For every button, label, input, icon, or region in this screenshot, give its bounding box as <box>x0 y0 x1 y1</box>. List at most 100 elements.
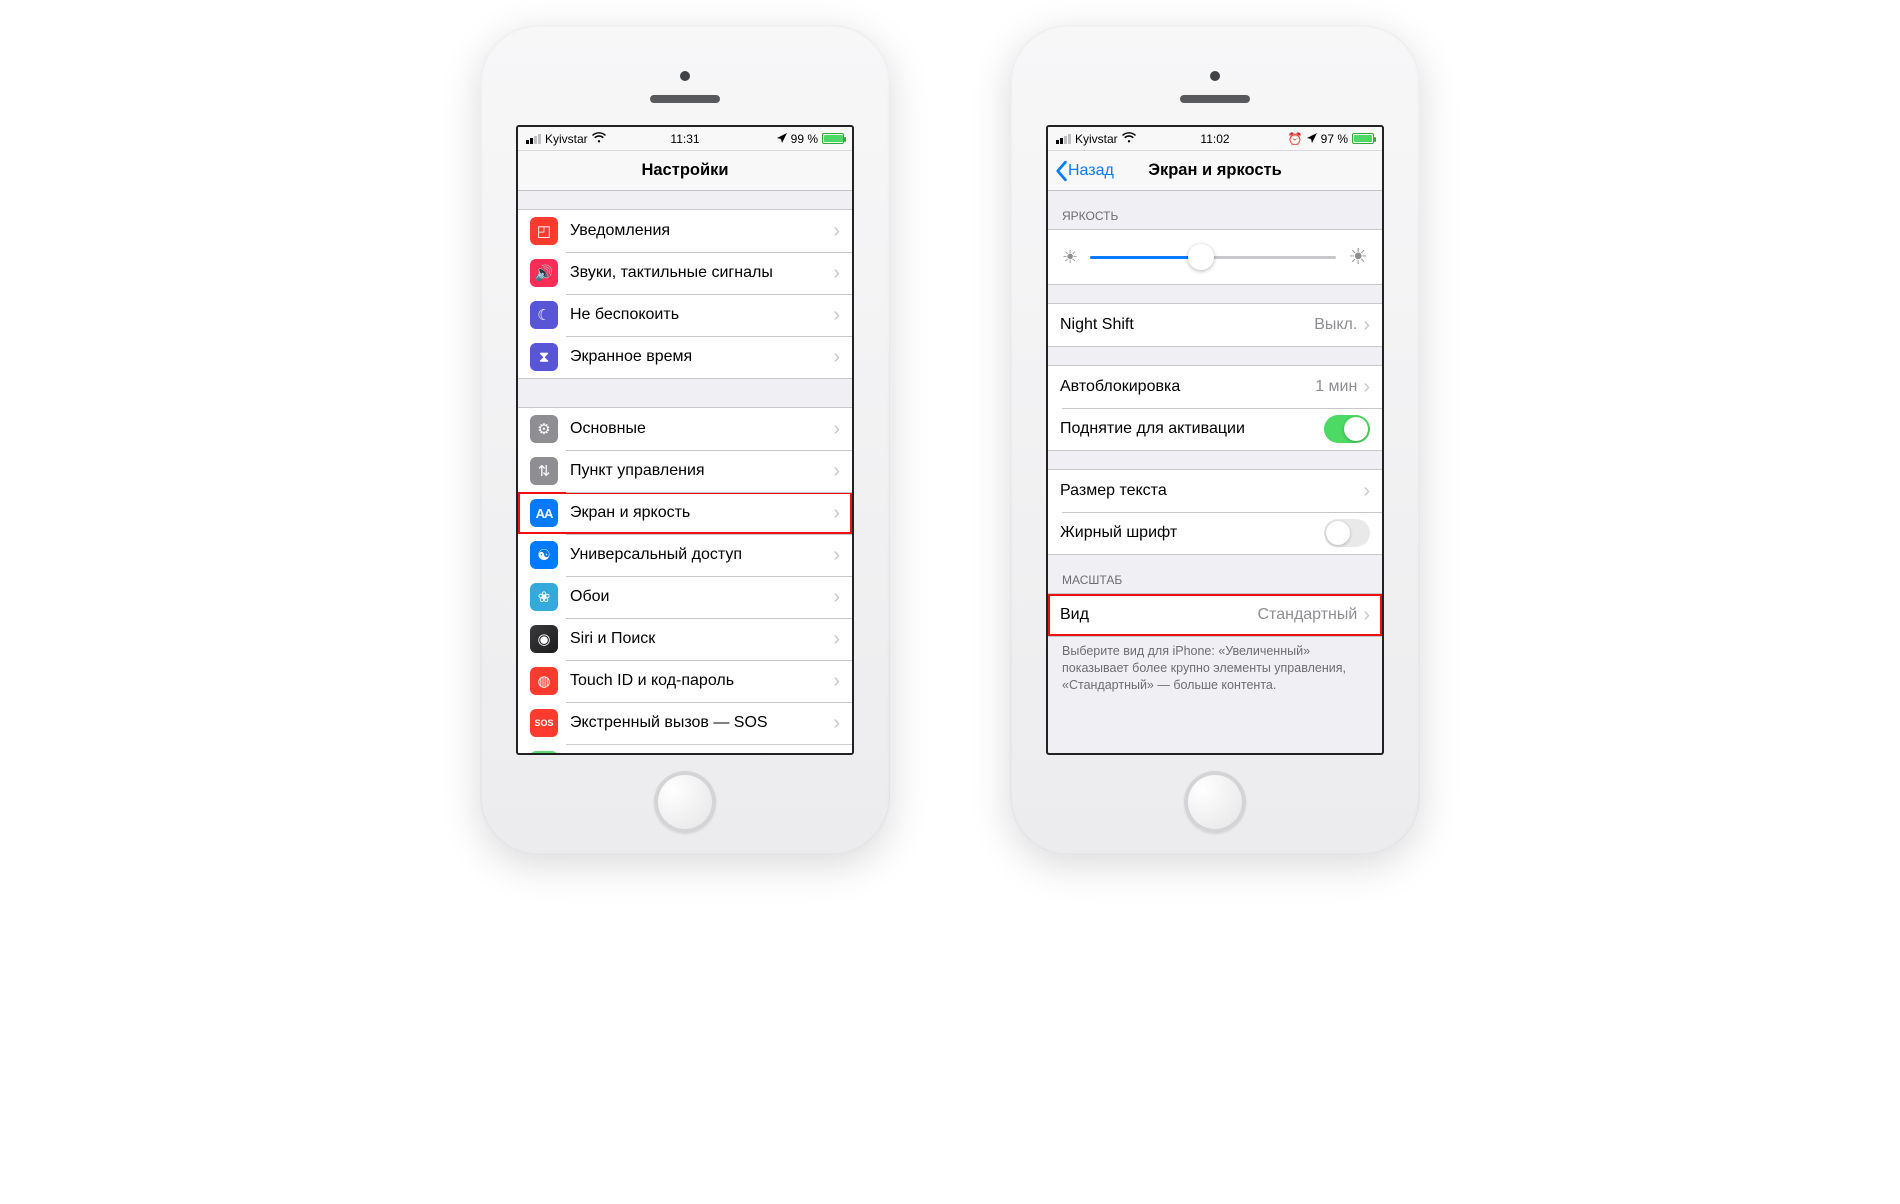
battery-icon <box>822 133 844 144</box>
iphone-left: Kyivstar 11:31 99 % Настройки ◰ Уведомлен… <box>480 25 890 855</box>
bold-label: Жирный шрифт <box>1060 524 1324 542</box>
chevron-right-icon: › <box>833 587 840 607</box>
cell-dnd[interactable]: ☾ Не беспокоить› <box>518 294 852 336</box>
cell-screentime[interactable]: ⧗ Экранное время› <box>518 336 852 378</box>
chevron-right-icon: › <box>833 263 840 283</box>
cell-night-shift[interactable]: Night Shift Выкл. › <box>1048 304 1382 346</box>
text-size-icon: AA <box>530 499 558 527</box>
square-in-square-icon: ◰ <box>530 217 558 245</box>
cell-battery[interactable]: ▮Аккумулятор› <box>518 744 852 753</box>
home-button[interactable] <box>654 771 716 833</box>
cell-control-center[interactable]: ⇅ Пункт управления› <box>518 450 852 492</box>
cell-sounds[interactable]: 🔊 Звуки, тактильные сигналы› <box>518 252 852 294</box>
screen-display-brightness: Kyivstar 11:02 ⏰ 97 % Назад Экран и ярко… <box>1046 125 1384 755</box>
gear-icon: ⚙ <box>530 415 558 443</box>
cell-label: Не беспокоить <box>570 306 833 324</box>
sun-high-icon: ☀︎ <box>1348 244 1368 270</box>
sos-icon: SOS <box>530 709 558 737</box>
cell-accessibility[interactable]: ☯Универсальный доступ› <box>518 534 852 576</box>
cell-general[interactable]: ⚙ Основные› <box>518 408 852 450</box>
sun-low-icon: ☀︎ <box>1062 247 1078 268</box>
status-bar: Kyivstar 11:31 99 % <box>518 127 852 151</box>
speaker-icon: 🔊 <box>530 259 558 287</box>
navbar: Назад Экран и яркость <box>1048 151 1382 191</box>
chevron-right-icon: › <box>1363 377 1370 397</box>
toggles-icon: ⇅ <box>530 457 558 485</box>
camera-dot <box>680 71 690 81</box>
cell-label: Touch ID и код-пароль <box>570 672 833 690</box>
autolock-label: Автоблокировка <box>1060 378 1315 396</box>
camera-dot <box>1210 71 1220 81</box>
cell-label: Экстренный вызов — SOS <box>570 714 833 732</box>
chevron-right-icon: › <box>833 347 840 367</box>
cell-notifications[interactable]: ◰ Уведомления› <box>518 210 852 252</box>
cell-touchid[interactable]: ◍ Touch ID и код-пароль› <box>518 660 852 702</box>
cell-bold-text: Жирный шрифт <box>1048 512 1382 554</box>
signal-icon <box>1056 134 1071 144</box>
wifi-icon <box>592 131 606 146</box>
chevron-right-icon: › <box>833 503 840 523</box>
page-title: Экран и яркость <box>1148 161 1282 180</box>
chevron-right-icon: › <box>833 671 840 691</box>
bold-switch[interactable] <box>1324 519 1370 547</box>
zoom-footer: Выберите вид для iPhone: «Увеличенный» п… <box>1048 637 1382 708</box>
cell-label: Экран и яркость <box>570 504 833 522</box>
cell-display[interactable]: AA Экран и яркость› <box>518 492 852 534</box>
status-bar: Kyivstar 11:02 ⏰ 97 % <box>1048 127 1382 151</box>
cell-label: Универсальный доступ <box>570 546 833 564</box>
page-title: Настройки <box>641 161 728 180</box>
accessibility-icon: ☯ <box>530 541 558 569</box>
settings-list[interactable]: ◰Уведомления›🔊Звуки, тактильные сигналы›… <box>518 191 852 753</box>
flower-icon: ❀ <box>530 583 558 611</box>
navbar: Настройки <box>518 151 852 191</box>
cell-label: Siri и Поиск <box>570 630 833 648</box>
screen-settings: Kyivstar 11:31 99 % Настройки ◰ Уведомлен… <box>516 125 854 755</box>
home-button[interactable] <box>1184 771 1246 833</box>
cell-label: Звуки, тактильные сигналы <box>570 264 833 282</box>
cell-wallpaper[interactable]: ❀ Обои› <box>518 576 852 618</box>
cell-text-size[interactable]: Размер текста › <box>1048 470 1382 512</box>
chevron-right-icon: › <box>833 713 840 733</box>
brightness-slider[interactable] <box>1090 256 1336 259</box>
cell-autolock[interactable]: Автоблокировка 1 мин › <box>1048 366 1382 408</box>
battery-pct: 97 % <box>1321 132 1348 146</box>
night-shift-label: Night Shift <box>1060 316 1314 334</box>
cell-sos[interactable]: SOS Экстренный вызов — SOS› <box>518 702 852 744</box>
fingerprint-icon: ◍ <box>530 667 558 695</box>
zoom-value: Стандартный <box>1258 606 1358 624</box>
moon-icon: ☾ <box>530 301 558 329</box>
back-label: Назад <box>1068 162 1114 180</box>
alarm-icon: ⏰ <box>1288 132 1303 146</box>
cell-label: Обои <box>570 588 833 606</box>
chevron-right-icon: › <box>833 305 840 325</box>
cell-display-zoom[interactable]: Вид Стандартный › <box>1048 593 1382 637</box>
zoom-label: Вид <box>1060 606 1258 624</box>
cell-label: Пункт управления <box>570 462 833 480</box>
chevron-right-icon: › <box>1363 315 1370 335</box>
brightness-slider-row: ☀︎ ☀︎ <box>1048 230 1382 284</box>
battery-pct: 99 % <box>791 132 818 146</box>
chevron-right-icon: › <box>1363 481 1370 501</box>
location-icon <box>777 132 787 146</box>
wifi-icon <box>1122 131 1136 146</box>
cell-raise-to-wake: Поднятие для активации <box>1048 408 1382 450</box>
chevron-right-icon: › <box>833 221 840 241</box>
cell-label: Экранное время <box>570 348 833 366</box>
chevron-right-icon: › <box>833 419 840 439</box>
chevron-right-icon: › <box>833 461 840 481</box>
raise-switch[interactable] <box>1324 415 1370 443</box>
hourglass-icon: ⧗ <box>530 343 558 371</box>
signal-icon <box>526 134 541 144</box>
brightness-header: ЯРКОСТЬ <box>1048 191 1382 229</box>
night-shift-value: Выкл. <box>1314 316 1357 334</box>
autolock-value: 1 мин <box>1315 378 1357 396</box>
carrier-label: Kyivstar <box>545 132 588 146</box>
cell-label: Основные <box>570 420 833 438</box>
earpiece <box>650 95 720 103</box>
back-button[interactable]: Назад <box>1054 160 1114 182</box>
cell-siri[interactable]: ◉Siri и Поиск› <box>518 618 852 660</box>
cell-label: Уведомления <box>570 222 833 240</box>
display-settings[interactable]: ЯРКОСТЬ ☀︎ ☀︎ Night Shift Выкл. › <box>1048 191 1382 753</box>
chevron-right-icon: › <box>833 629 840 649</box>
iphone-right: Kyivstar 11:02 ⏰ 97 % Назад Экран и ярко… <box>1010 25 1420 855</box>
